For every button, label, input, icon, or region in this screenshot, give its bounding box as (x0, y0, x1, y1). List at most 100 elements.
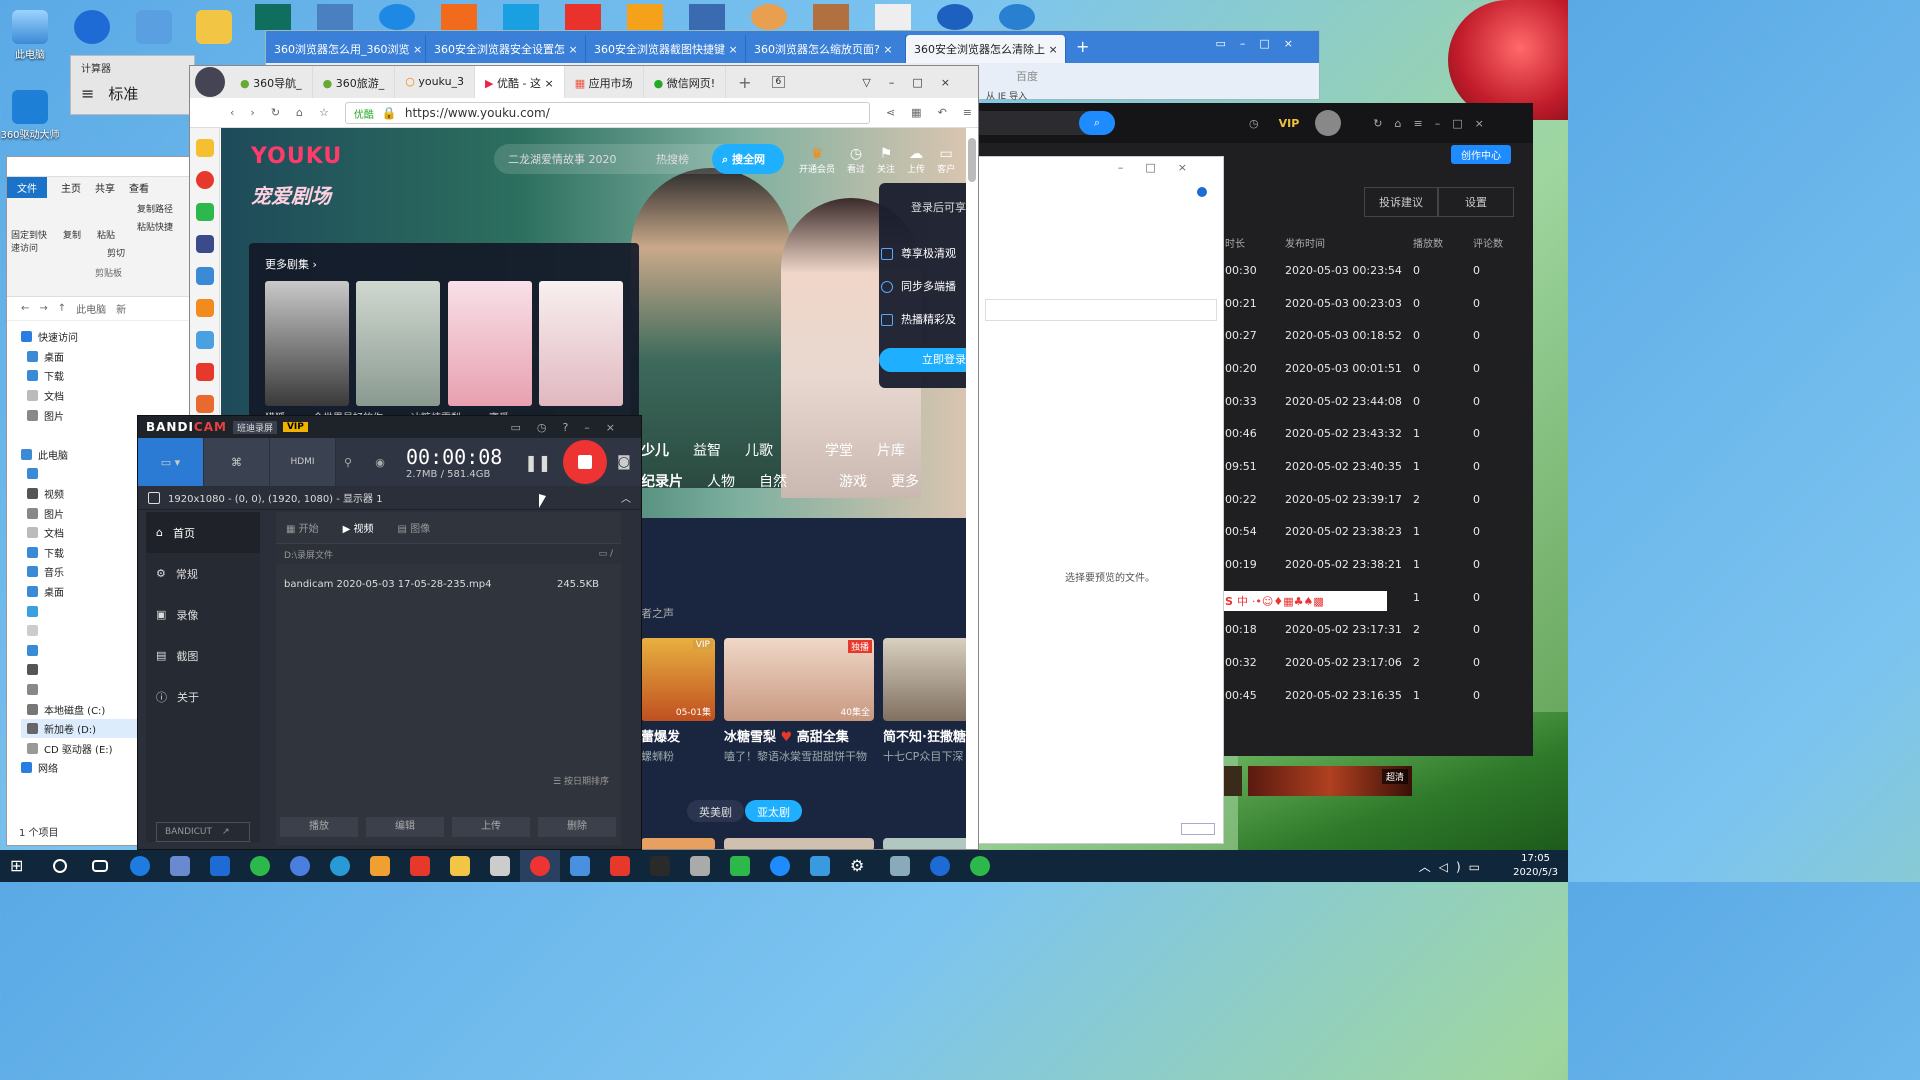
desktop-icon-network[interactable] (124, 6, 184, 46)
favorites-icon[interactable] (195, 139, 214, 157)
login-button[interactable]: 立即登录 (879, 348, 966, 372)
stop-record-button[interactable] (563, 440, 608, 484)
tree-item[interactable]: 快速访问 (21, 327, 195, 347)
hamburger-icon[interactable]: ≡ (81, 84, 94, 103)
window-controls[interactable]: –□× (979, 157, 1223, 181)
vip-label[interactable]: VIP (1279, 117, 1300, 130)
refresh-icon[interactable]: ↻ (271, 106, 280, 119)
poster[interactable] (539, 281, 623, 406)
tree-item[interactable]: 文档 (21, 386, 195, 406)
skype-icon[interactable] (379, 4, 415, 30)
screen-mode-button[interactable]: ▭ ▾ (138, 438, 204, 486)
app-icon[interactable] (751, 4, 787, 30)
taskbar-app[interactable] (120, 850, 160, 882)
mail-icon[interactable] (195, 203, 214, 221)
video-thumbnail[interactable] (1222, 766, 1242, 796)
taskbar-app[interactable] (240, 850, 280, 882)
taskbar-app[interactable] (360, 850, 400, 882)
avatar[interactable] (1315, 110, 1342, 136)
complaint-button[interactable]: 投诉建议 (1364, 187, 1438, 217)
app-icon[interactable] (813, 4, 849, 30)
app-icon[interactable] (255, 4, 291, 30)
desktop-icon-folder[interactable] (184, 6, 244, 46)
browser-tab[interactable]: ● 360导航_ (230, 66, 313, 98)
view-toggle-icon[interactable] (1181, 823, 1215, 835)
app-icon[interactable] (565, 4, 601, 30)
nav-general[interactable]: ⚙ 常规 (146, 553, 260, 594)
video-card[interactable] (883, 638, 966, 721)
video-thumbnail[interactable]: 超清 (1248, 766, 1412, 796)
settings-button[interactable]: 设置 (1438, 187, 1514, 217)
hdmi-mode-button[interactable]: HDMI (270, 438, 336, 486)
video-card[interactable] (724, 838, 874, 849)
category-link[interactable]: 少儿 (641, 440, 669, 471)
ime-toolbar[interactable]: S 中 ·•☺♦▦♣♠▩ (1221, 591, 1387, 611)
start-button[interactable]: ⊞ (0, 850, 40, 882)
pin-quick-access-button[interactable]: 固定到快速访问 (11, 228, 55, 254)
breadcrumb-pc[interactable]: 此电脑 (76, 301, 106, 316)
table-row[interactable]: 00:19 2020-05-02 23:38:21 1 0 (1225, 548, 1525, 581)
category-link[interactable]: 学堂 (825, 440, 853, 471)
desktop-icon-this-pc[interactable]: 此电脑 (0, 6, 60, 61)
category-link[interactable]: 纪录片 (641, 471, 683, 502)
up-arrow-icon[interactable]: ↑ (58, 303, 66, 314)
tree-item[interactable]: 桌面 (21, 347, 195, 367)
paste-button[interactable]: 粘贴 (97, 228, 115, 241)
game-mode-button[interactable]: ⌘ (204, 438, 270, 486)
preview-address-field[interactable] (985, 299, 1217, 321)
taskbar-app[interactable] (400, 850, 440, 882)
window-controls[interactable]: ↻⌂≡–□× (1373, 117, 1496, 130)
taskbar-app[interactable] (720, 850, 760, 882)
table-row[interactable]: 00:33 2020-05-02 23:44:08 0 0 (1225, 385, 1525, 418)
back-tab[interactable]: 360浏览器怎么缩放页面? × (746, 35, 906, 63)
avatar[interactable] (195, 67, 225, 97)
ribbon-tab-share[interactable]: 共享 (95, 180, 115, 195)
table-row[interactable]: 00:22 2020-05-02 23:39:17 2 0 (1225, 483, 1525, 516)
category-link[interactable]: 儿歌 (745, 440, 773, 471)
bookmark-import[interactable]: 从 IE 导入 (986, 89, 1027, 102)
table-row[interactable]: 00:27 2020-05-03 00:18:52 0 0 (1225, 319, 1525, 352)
share-icon[interactable]: ⋖ (886, 106, 895, 119)
weibo-icon[interactable] (195, 171, 214, 189)
taskbar-app[interactable] (280, 850, 320, 882)
video-card[interactable]: 独播 40集全 (724, 638, 874, 721)
taskbar-app[interactable] (760, 850, 800, 882)
nav-home[interactable]: ⌂ 首页 (146, 512, 260, 553)
category-link[interactable]: 片库 (877, 440, 905, 471)
taskbar-app[interactable] (320, 850, 360, 882)
edit-button[interactable]: 编辑 (366, 817, 444, 837)
poster[interactable] (265, 281, 349, 406)
sort-by-date[interactable]: ☰ 按日期排序 (553, 774, 609, 787)
menu-icon[interactable]: ≡ (963, 106, 978, 119)
video-card-title[interactable]: 冰糖雪梨 ♥ 高甜全集 (724, 726, 849, 745)
video-card[interactable] (641, 838, 715, 849)
ribbon-tab-file[interactable]: 文件 (7, 177, 47, 198)
video-card[interactable]: VIP 05-01集 (641, 638, 715, 721)
document-icon[interactable] (875, 4, 911, 30)
taskbar-app[interactable] (680, 850, 720, 882)
table-row[interactable]: 00:30 2020-05-03 00:23:54 0 0 (1225, 254, 1525, 287)
camera-screenshot-icon[interactable]: ◙ (617, 454, 631, 470)
home-icon[interactable]: ⌂ (296, 106, 303, 119)
new-tab-plus-icon[interactable]: + (726, 73, 763, 92)
taskbar-app[interactable] (200, 850, 240, 882)
taskbar-app[interactable] (480, 850, 520, 882)
table-row[interactable]: 00:32 2020-05-02 23:17:06 2 0 (1225, 646, 1525, 679)
mic-icon[interactable]: ⚲ (336, 456, 360, 469)
table-row[interactable]: 00:54 2020-05-02 23:38:23 1 0 (1225, 516, 1525, 549)
cut-button[interactable]: 剪切 (107, 246, 125, 259)
app-icon[interactable] (317, 4, 353, 30)
taskbar-app[interactable] (440, 850, 480, 882)
video-card-title[interactable]: 简不知·狂撒糖 (883, 726, 966, 745)
upload-button[interactable]: 上传 (452, 817, 530, 837)
novel-icon[interactable] (195, 299, 214, 317)
video-card-title[interactable]: 蕾爆发 (641, 726, 680, 745)
forward-arrow-icon[interactable]: › (250, 106, 254, 119)
search-icon[interactable]: ⌕ (1079, 111, 1115, 135)
table-row[interactable]: 09:51 2020-05-02 23:40:35 1 0 (1225, 450, 1525, 483)
paste-shortcut-button[interactable]: 粘贴快捷 (137, 220, 173, 233)
app-icon[interactable] (937, 4, 973, 30)
file-row[interactable]: bandicam 2020-05-03 17-05-28-235.mp4 245… (276, 574, 621, 594)
browser-tab-active[interactable]: ▶ 优酷 - 这 × (475, 66, 565, 98)
desktop-icon-music[interactable] (62, 6, 122, 46)
